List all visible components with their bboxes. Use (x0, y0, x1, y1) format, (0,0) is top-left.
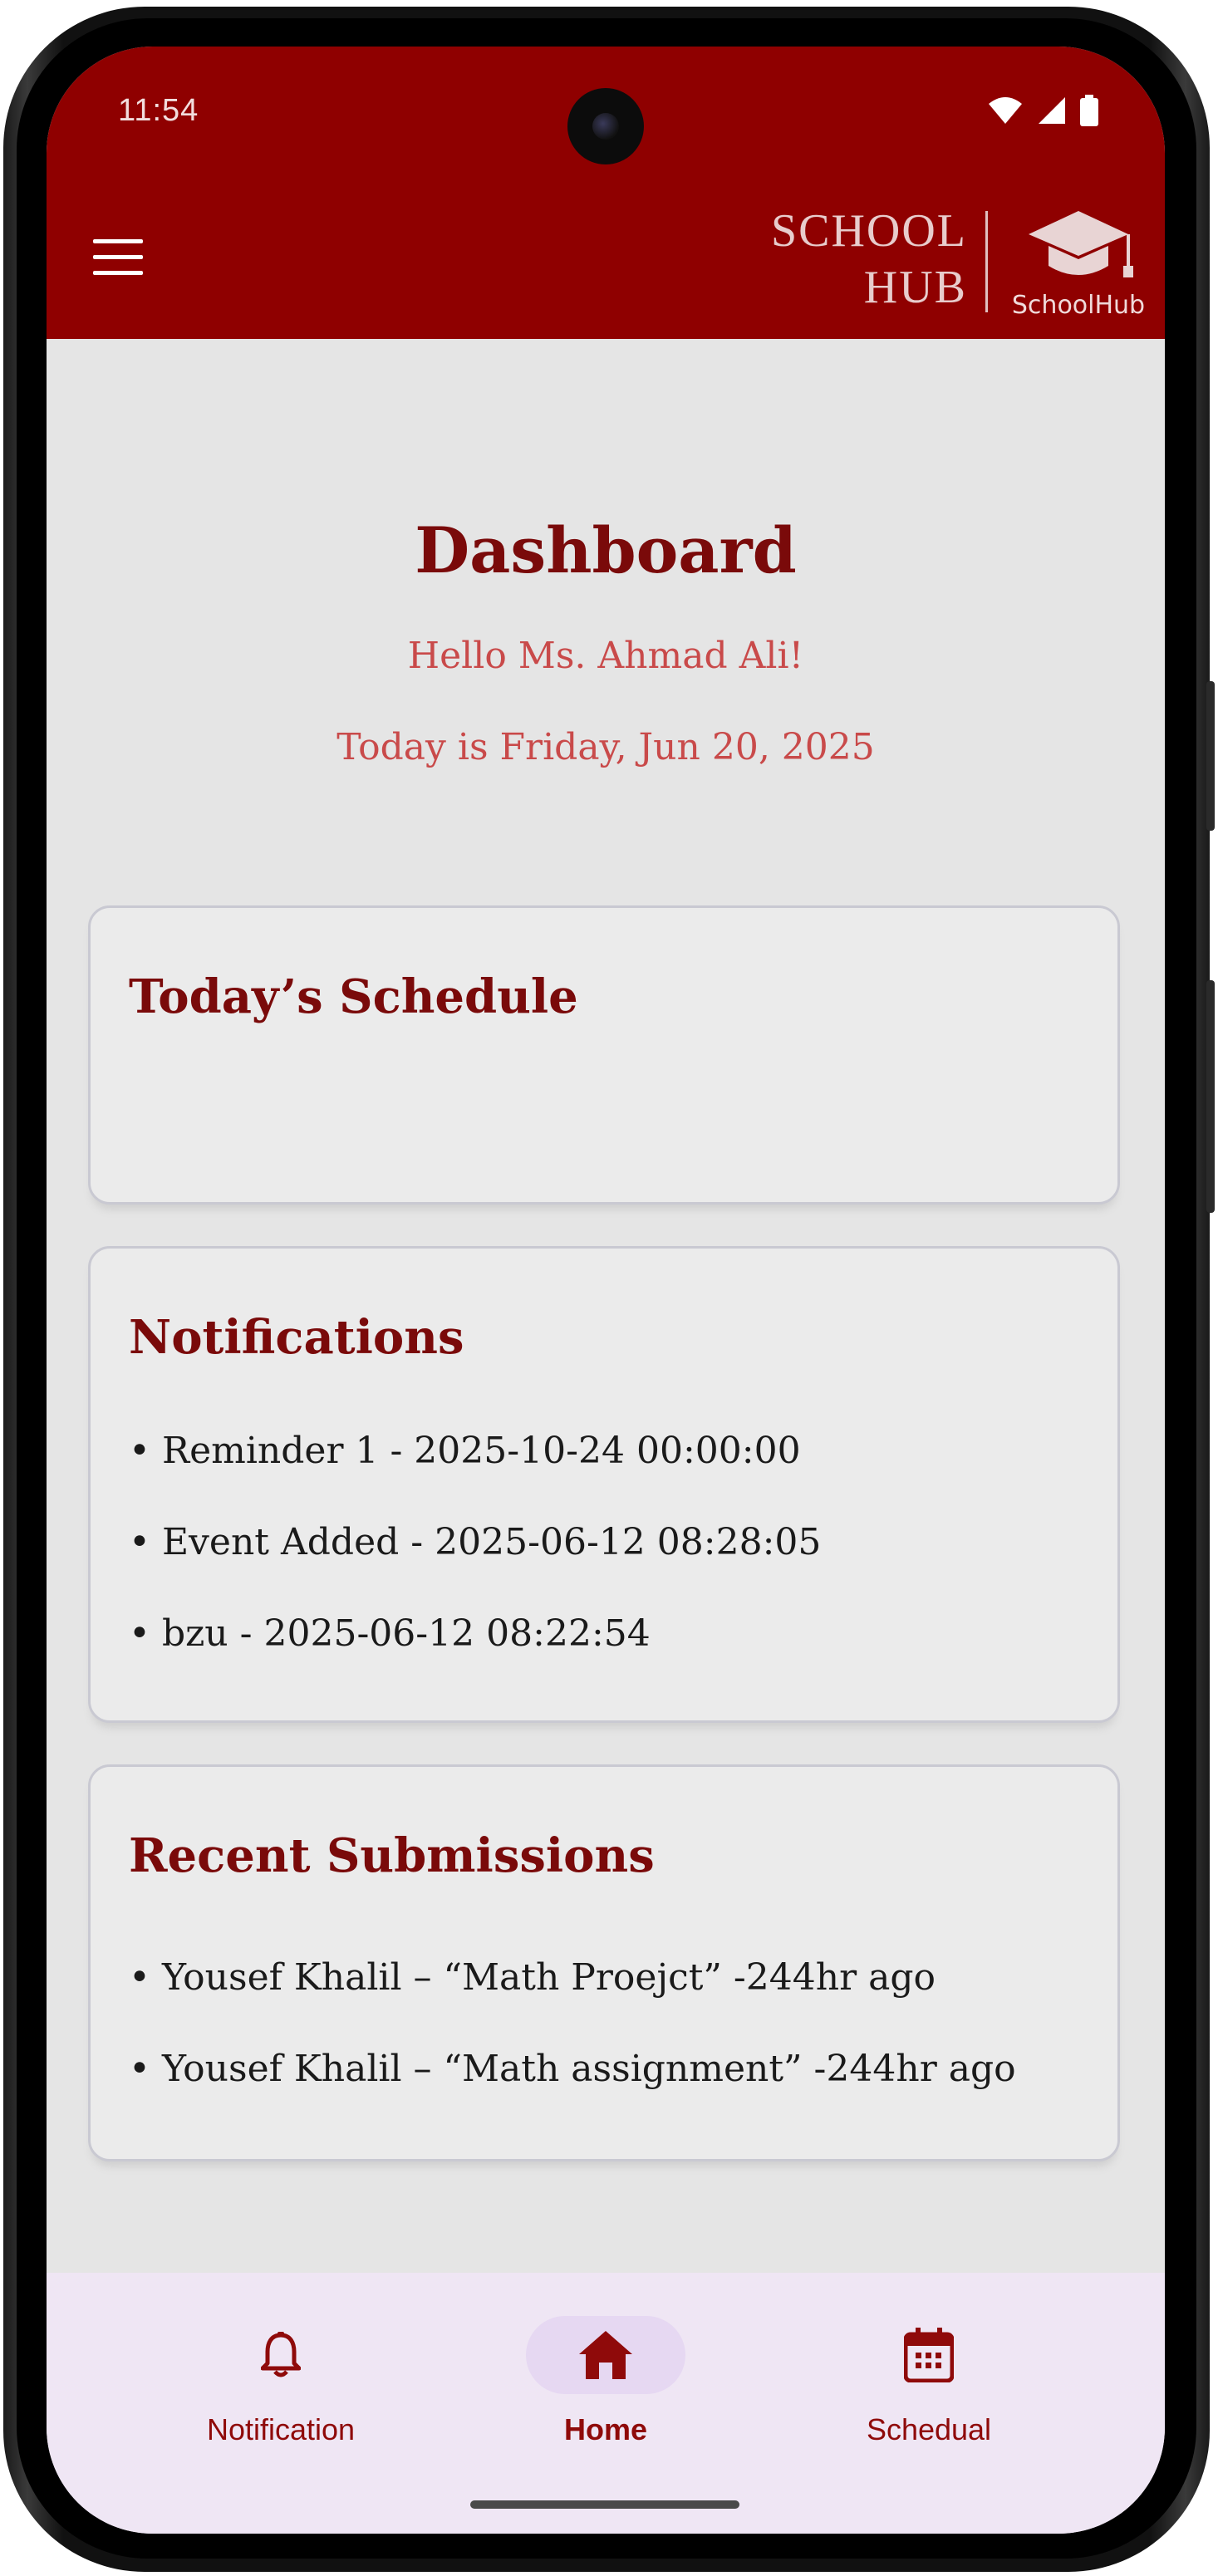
nav-item-notification[interactable]: Notification (156, 2316, 405, 2447)
nav-item-home[interactable]: Home (481, 2316, 730, 2447)
greeting-text: Hello Ms. Ahmad Ali! (407, 635, 804, 677)
schedule-card: Today’s Schedule (88, 905, 1120, 1205)
notification-item: • Reminder 1 - 2025-10-24 00:00:00 (129, 1430, 801, 1472)
app-bar: 11:54 SCHOOL HUB SchoolHub (47, 47, 1165, 339)
bell-icon (261, 2332, 301, 2377)
wifi-icon (989, 97, 1022, 124)
nav-item-schedule[interactable]: Schedual (804, 2316, 1053, 2447)
date-text: Today is Friday, Jun 20, 2025 (336, 726, 875, 768)
notification-item: • Event Added - 2025-06-12 08:28:05 (129, 1521, 822, 1563)
home-indicator[interactable] (470, 2500, 739, 2509)
front-camera (567, 88, 644, 164)
graduation-cap-icon (1029, 211, 1133, 277)
status-time: 11:54 (118, 93, 199, 128)
brand-line-1: SCHOOL (770, 205, 967, 257)
nav-pill-active (526, 2316, 685, 2394)
notification-item: • bzu - 2025-06-12 08:22:54 (129, 1612, 651, 1655)
brand-divider (985, 211, 988, 312)
menu-icon[interactable] (93, 239, 143, 276)
notifications-card: Notifications • Reminder 1 - 2025-10-24 … (88, 1246, 1120, 1723)
brand-title: SCHOOL HUB (771, 203, 967, 316)
home-icon (579, 2331, 632, 2379)
status-icons (987, 95, 1098, 126)
submissions-card: Recent Submissions • Yousef Khalil – “Ma… (88, 1764, 1120, 2161)
nav-label-notification: Notification (206, 2412, 356, 2446)
submission-item: • Yousef Khalil – “Math assignment” -244… (129, 2048, 1016, 2090)
notifications-title: Notifications (129, 1310, 464, 1365)
signal-icon (1039, 97, 1065, 124)
calendar-icon (904, 2328, 954, 2382)
nav-pill (201, 2316, 361, 2394)
volume-button (1206, 681, 1215, 831)
schedule-title: Today’s Schedule (129, 969, 578, 1024)
nav-label-home: Home (563, 2412, 648, 2446)
page-title: Dashboard (415, 513, 797, 587)
brand-line-2: HUB (863, 262, 967, 313)
brand-logo: SchoolHub (1004, 208, 1153, 332)
nav-label-schedule: Schedual (866, 2412, 992, 2446)
screen: 11:54 SCHOOL HUB SchoolHub Dashboard Hel… (47, 47, 1165, 2534)
submission-item: • Yousef Khalil – “Math Proejct” -244hr … (129, 1956, 936, 1999)
submissions-title: Recent Submissions (129, 1828, 655, 1883)
power-button (1206, 980, 1215, 1213)
bottom-navigation: Notification Home Schedual (47, 2273, 1165, 2534)
phone-frame: 11:54 SCHOOL HUB SchoolHub Dashboard Hel… (0, 0, 1218, 2576)
battery-icon (1080, 95, 1098, 126)
nav-pill (849, 2316, 1009, 2394)
logo-label: SchoolHub (1011, 291, 1146, 320)
